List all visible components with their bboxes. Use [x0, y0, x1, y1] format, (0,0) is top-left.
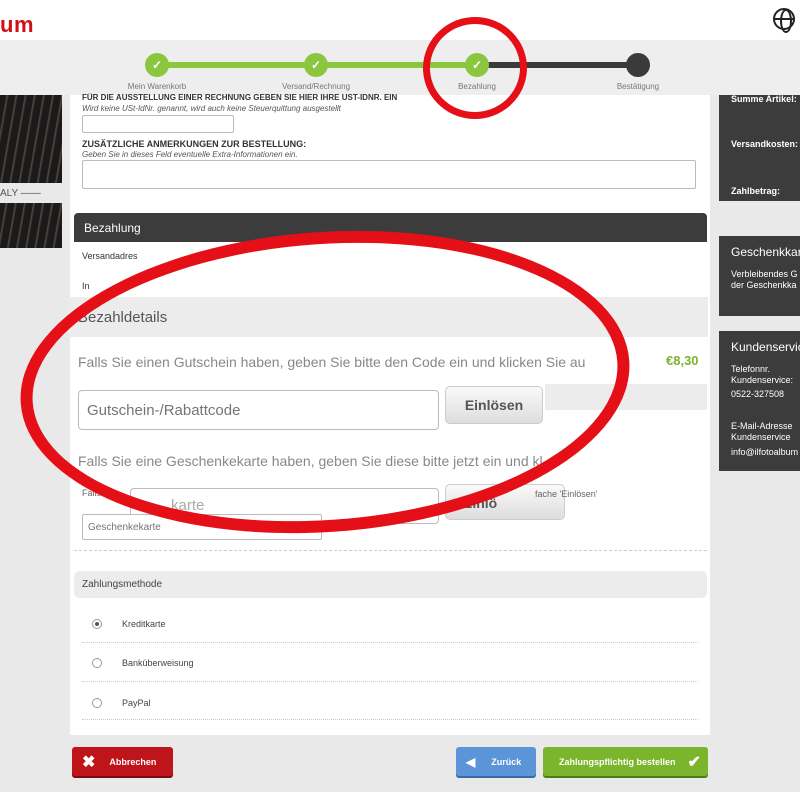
- place-order-label: Zahlungspflichtig bestellen: [559, 756, 676, 767]
- summary-total-label: Zahlbetrag:: [731, 186, 781, 196]
- step-label-cart: Mein Warenkorb: [127, 82, 187, 91]
- back-label: Zurück: [491, 756, 522, 767]
- shipping-address-label: Versandadres: [82, 251, 138, 261]
- giftcard-hint: fache 'Einlösen': [535, 489, 598, 499]
- invoice-address-label: In: [82, 281, 90, 291]
- divider: [82, 642, 698, 643]
- option-paypal-label[interactable]: PayPal: [122, 698, 151, 708]
- option-bank-transfer-label[interactable]: Banküberweisung: [122, 658, 194, 668]
- divider: [74, 550, 707, 551]
- radio-credit-card[interactable]: [92, 619, 102, 629]
- email-label-2: Kundenservice: [731, 432, 791, 442]
- giftcard-remaining-label-2: der Geschenkka: [731, 280, 797, 290]
- summary-items-label: Summe Artikel:: [731, 94, 797, 104]
- step-label-confirmation: Bestätigung: [616, 82, 660, 91]
- vat-heading: FÜR DIE AUSSTELLUNG EINER RECHNUNG GEBEN…: [82, 93, 398, 102]
- back-button[interactable]: ◀ Zurück: [456, 747, 536, 776]
- option-credit-card-label[interactable]: Kreditkarte: [122, 619, 166, 629]
- order-price: €8,30: [666, 353, 699, 368]
- divider: [82, 681, 698, 682]
- arrow-left-icon: ◀: [466, 754, 476, 769]
- giftcard-panel: Geschenkkarte Verbleibendes G der Gesche…: [719, 236, 800, 316]
- footer-strip: [0, 792, 800, 800]
- step-shipping-check-icon[interactable]: ✓: [304, 53, 328, 77]
- brand-logo[interactable]: um: [0, 12, 34, 38]
- remarks-note: Geben Sie in dieses Feld eventuelle Extr…: [82, 150, 298, 159]
- email-address[interactable]: info@ilfotoalbum: [731, 447, 798, 457]
- step-confirmation-dot: [626, 53, 650, 77]
- place-order-button[interactable]: Zahlungspflichtig bestellen ✔: [543, 747, 708, 776]
- vat-note: Wird keine USt-IdNr. genannt, wird auch …: [82, 104, 341, 113]
- step-label-shipping: Versand/Rechnung: [281, 82, 351, 91]
- cancel-button[interactable]: ✖ Abbrechen: [72, 747, 173, 776]
- customer-service-title: Kundenservice: [731, 340, 800, 354]
- top-bar: um: [0, 0, 800, 40]
- checkmark-icon: ✔: [687, 753, 701, 771]
- vat-id-input[interactable]: [82, 115, 234, 133]
- payment-method-header: Zahlungsmethode: [74, 571, 707, 598]
- divider: [82, 719, 698, 720]
- radio-bank-transfer[interactable]: [92, 658, 102, 668]
- remarks-textarea[interactable]: [82, 160, 696, 189]
- customer-service-panel: Kundenservice Telefonnr. Kundenservice: …: [719, 331, 800, 471]
- radio-paypal[interactable]: [92, 698, 102, 708]
- phone-label: Telefonnr.: [731, 364, 771, 374]
- phone-label-2: Kundenservice:: [731, 375, 794, 385]
- email-label: E-Mail-Adresse: [731, 421, 793, 431]
- summary-shipping-label: Versandkosten:: [731, 139, 799, 149]
- giftcard-panel-title: Geschenkkarte: [731, 245, 800, 259]
- giftcard-remaining-label: Verbleibendes G: [731, 269, 798, 279]
- globe-icon[interactable]: [773, 8, 795, 33]
- step-cart-check-icon[interactable]: ✓: [145, 53, 169, 77]
- close-icon: ✖: [82, 753, 96, 771]
- remarks-heading: ZUSÄTZLICHE ANMERKUNGEN ZUR BESTELLUNG:: [82, 139, 307, 149]
- cancel-label: Abbrechen: [109, 756, 157, 767]
- phone-number: 0522-327508: [731, 389, 785, 399]
- order-summary-panel: Summe Artikel: Versandkosten: Zahlbetrag…: [719, 94, 800, 201]
- banner-caption: ALY ——: [0, 183, 62, 203]
- banner-image: ALY ——: [0, 95, 62, 248]
